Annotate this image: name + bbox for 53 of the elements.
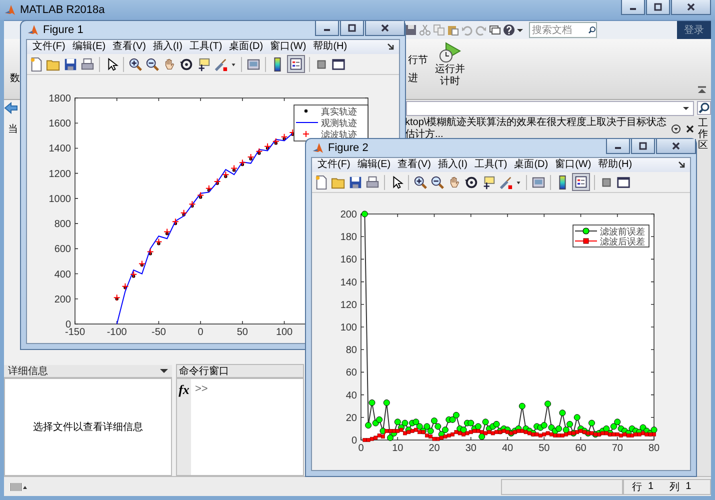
tick-label: 0 xyxy=(198,327,204,338)
tick-label: 20 xyxy=(428,443,440,454)
tick-label: 600 xyxy=(54,244,71,256)
tick-label: 80 xyxy=(346,345,357,356)
tick-label: 800 xyxy=(54,219,71,230)
tick-label: 10 xyxy=(392,443,404,454)
panel-message: 选择文件以查看详细信息 xyxy=(33,420,143,434)
panel-title: 当 xyxy=(8,122,18,136)
tick-label: 100 xyxy=(276,327,293,338)
legend-label: 滤波前误差 xyxy=(600,226,645,236)
tick-label: 100 xyxy=(340,322,357,334)
status-label: 行 xyxy=(632,480,642,494)
tick-label: -100 xyxy=(106,327,127,338)
tick-label: 0 xyxy=(358,443,364,454)
status-value: 1 xyxy=(686,481,692,492)
tick-label: 70 xyxy=(612,443,623,454)
tick-label: 1600 xyxy=(48,118,71,130)
status-value: 1 xyxy=(648,481,654,492)
toolstrip-label: 进 xyxy=(408,72,419,85)
tick-label: 0 xyxy=(351,436,357,446)
tick-label: 80 xyxy=(648,443,660,454)
tick-label: 120 xyxy=(340,300,357,311)
status-label: 列 xyxy=(670,480,680,494)
tick-label: 30 xyxy=(465,443,476,454)
window-title: MATLAB R2018a xyxy=(20,4,105,16)
tick-label: 200 xyxy=(54,294,71,306)
legend-label: 观测轨迹 xyxy=(321,118,357,128)
tick-label: 20 xyxy=(346,412,357,424)
tick-label: 180 xyxy=(340,232,357,244)
window-title: Figure 2 xyxy=(328,142,368,154)
tick-label: 60 xyxy=(346,368,357,379)
window-title: Figure 1 xyxy=(43,24,84,36)
legend-label: 滤波后误差 xyxy=(600,236,645,246)
tick-label: 50 xyxy=(538,443,550,454)
tick-label: -50 xyxy=(152,327,166,338)
tick-label: 1000 xyxy=(48,194,71,205)
tick-label: 160 xyxy=(340,254,357,266)
tick-label: 1200 xyxy=(48,168,71,180)
tick-label: 1800 xyxy=(48,94,71,104)
tick-label: 140 xyxy=(340,277,357,288)
tick-label: 60 xyxy=(575,443,586,454)
prompt: >> xyxy=(195,383,208,395)
panel-title: 命令行窗口 xyxy=(179,364,229,378)
tick-label: 400 xyxy=(54,269,71,280)
toolstrip-label: 行节 xyxy=(408,54,428,67)
tick-label: 50 xyxy=(236,327,248,338)
panel-title: 详细信息 xyxy=(8,364,48,378)
legend-label: 真实轨迹 xyxy=(321,106,357,116)
toolstrip-label: 数 xyxy=(9,72,21,85)
tick-label: 40 xyxy=(502,443,514,454)
tick-label: 200 xyxy=(340,210,357,220)
tick-label: 40 xyxy=(346,390,357,402)
tick-label: 1400 xyxy=(48,144,71,155)
